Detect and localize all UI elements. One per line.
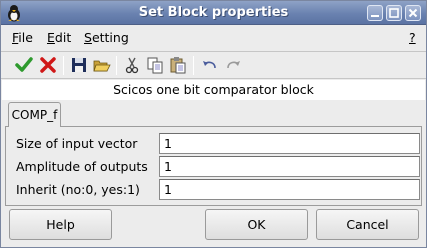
parameters-panel: Size of input vector Amplitude of output… bbox=[5, 126, 422, 206]
title-bar[interactable]: Set Block properties bbox=[1, 1, 426, 25]
field-row: Amplitude of outputs bbox=[16, 156, 420, 178]
menu-help[interactable]: ? bbox=[409, 30, 416, 45]
tab-comp-f[interactable]: COMP_f bbox=[8, 102, 61, 127]
menu-bar: File Edit Setting ? bbox=[1, 25, 426, 50]
maximize-button[interactable] bbox=[386, 5, 402, 21]
save-icon[interactable] bbox=[69, 55, 89, 75]
help-button[interactable]: Help bbox=[9, 209, 112, 240]
copy-icon[interactable] bbox=[145, 55, 165, 75]
field-label: Inherit (no:0, yes:1) bbox=[16, 182, 140, 197]
redo-icon[interactable] bbox=[223, 55, 243, 75]
undo-icon[interactable] bbox=[200, 55, 220, 75]
ok-button[interactable]: OK bbox=[205, 209, 308, 240]
field-row: Inherit (no:0, yes:1) bbox=[16, 179, 420, 201]
menu-edit[interactable]: Edit bbox=[47, 30, 71, 45]
inherit-field[interactable] bbox=[159, 179, 420, 200]
minimize-button[interactable] bbox=[367, 5, 383, 21]
cross-icon[interactable] bbox=[38, 55, 58, 75]
output-amplitude-field[interactable] bbox=[159, 156, 420, 177]
field-label: Amplitude of outputs bbox=[16, 159, 148, 174]
open-folder-icon[interactable] bbox=[92, 55, 112, 75]
toolbar-separator bbox=[193, 56, 194, 75]
toolbar-separator bbox=[63, 56, 64, 75]
close-button[interactable] bbox=[405, 5, 421, 21]
field-row: Size of input vector bbox=[16, 133, 420, 155]
toolbar-separator bbox=[116, 56, 117, 75]
toolbar bbox=[1, 51, 426, 79]
cut-icon[interactable] bbox=[122, 55, 142, 75]
paste-icon[interactable] bbox=[168, 55, 188, 75]
cancel-button[interactable]: Cancel bbox=[316, 209, 419, 240]
field-label: Size of input vector bbox=[16, 136, 138, 151]
dialog-window: Set Block properties File Edit Setting ? bbox=[0, 0, 427, 248]
block-description: Scicos one bit comparator block bbox=[2, 80, 425, 100]
check-icon[interactable] bbox=[14, 55, 34, 75]
input-vector-size-field[interactable] bbox=[159, 133, 420, 154]
menu-file[interactable]: File bbox=[12, 30, 33, 45]
window-title: Set Block properties bbox=[138, 5, 289, 20]
menu-setting[interactable]: Setting bbox=[84, 30, 129, 45]
